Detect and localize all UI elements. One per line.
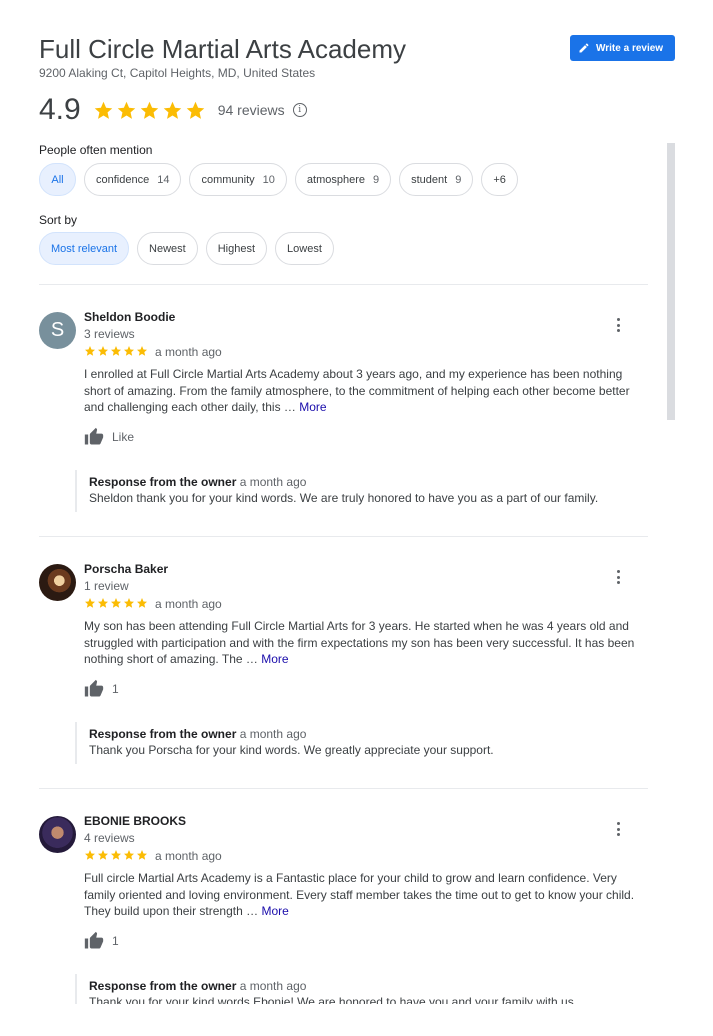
info-icon[interactable]: i	[292, 103, 307, 117]
review-date: a month ago	[155, 597, 222, 611]
divider	[39, 284, 648, 285]
review-date: a month ago	[155, 345, 222, 359]
star-icon	[140, 101, 158, 119]
pencil-icon	[579, 43, 589, 53]
owner-response-text: Sheldon thank you for your kind words. W…	[89, 491, 599, 505]
thumbs-up-icon	[84, 427, 104, 445]
rating-stars	[93, 100, 206, 121]
reviewer-review-count: 4 reviews	[84, 831, 135, 845]
thumbs-up-icon	[84, 679, 104, 697]
star-icon	[137, 346, 147, 356]
review-text: My son has been attending Full Circle Ma…	[84, 619, 635, 666]
chip-student[interactable]: student 9	[399, 163, 474, 196]
rating-value: 4.9	[39, 93, 81, 126]
owner-response-title: Response from the owner	[89, 475, 237, 489]
owner-response-date: a month ago	[239, 979, 307, 993]
star-icon	[186, 101, 204, 119]
reviewer-name[interactable]: Sheldon Boodie	[84, 310, 175, 324]
review-stars	[84, 345, 148, 357]
sort-most-relevant[interactable]: Most relevant	[39, 232, 130, 265]
like-count: 1	[112, 682, 119, 696]
owner-response: Response from the owner a month ago Shel…	[75, 470, 645, 512]
like-count: Like	[112, 430, 135, 444]
star-icon	[94, 101, 112, 119]
star-icon	[85, 598, 95, 608]
star-icon	[137, 598, 147, 608]
owner-response: Response from the owner a month ago Than…	[75, 974, 645, 1004]
scrollbar[interactable]	[667, 143, 675, 420]
chip-all[interactable]: All	[39, 163, 76, 196]
more-link[interactable]: More	[261, 904, 288, 918]
review-stars	[84, 849, 148, 861]
divider	[39, 536, 648, 537]
owner-response: Response from the owner a month ago Than…	[75, 722, 645, 764]
more-options-icon[interactable]	[611, 568, 625, 586]
star-icon	[85, 346, 95, 356]
owner-response-date: a month ago	[239, 475, 307, 489]
chip-more-topics[interactable]: +6	[481, 163, 518, 196]
sort-highest[interactable]: Highest	[205, 232, 268, 265]
review-text: I enrolled at Full Circle Martial Arts A…	[84, 367, 630, 414]
owner-response-title: Response from the owner	[89, 979, 237, 993]
reviewer-name[interactable]: Porscha Baker	[84, 562, 168, 576]
sort-newest[interactable]: Newest	[137, 232, 198, 265]
review-date: a month ago	[155, 849, 222, 863]
chip-community[interactable]: community 10	[189, 163, 287, 196]
star-icon	[117, 101, 135, 119]
review-card: EBONIE BROOKS 4 reviews a month ago Full…	[39, 806, 651, 1004]
star-icon	[163, 101, 181, 119]
write-review-button[interactable]: Write a review	[570, 35, 675, 61]
avatar[interactable]	[39, 816, 76, 853]
avatar[interactable]: S	[39, 312, 76, 349]
like-button[interactable]: 1	[84, 931, 119, 951]
place-address: 9200 Alaking Ct, Capitol Heights, MD, Un…	[39, 66, 316, 80]
mentions-label: People often mention	[39, 143, 153, 157]
review-card: S Sheldon Boodie 3 reviews a month ago I…	[39, 302, 651, 522]
star-icon	[124, 346, 134, 356]
chip-confidence[interactable]: confidence 14	[84, 163, 182, 196]
chip-atmosphere[interactable]: atmosphere 9	[294, 163, 392, 196]
review-card: Porscha Baker 1 review a month ago My so…	[39, 554, 651, 774]
avatar[interactable]	[39, 564, 76, 601]
more-link[interactable]: More	[299, 400, 326, 414]
reviewer-review-count: 3 reviews	[84, 327, 135, 341]
owner-response-text: Thank you Porscha for your kind words. W…	[89, 743, 494, 757]
owner-response-title: Response from the owner	[89, 727, 237, 741]
star-icon	[111, 850, 121, 860]
review-count: 94 reviews	[217, 102, 285, 118]
more-options-icon[interactable]	[611, 820, 625, 838]
place-title: Full Circle Martial Arts Academy	[39, 34, 406, 64]
reviewer-name[interactable]: EBONIE BROOKS	[84, 814, 186, 828]
star-icon	[111, 598, 121, 608]
mention-chips: All confidence 14 community 10 atmosphere 9…	[39, 163, 518, 196]
owner-response-date: a month ago	[239, 727, 307, 741]
star-icon	[98, 850, 108, 860]
thumbs-up-icon	[84, 931, 104, 949]
star-icon	[98, 598, 108, 608]
sort-options: Most relevant Newest Highest Lowest	[39, 232, 334, 265]
review-text: Full circle Martial Arts Academy is a Fa…	[84, 871, 635, 918]
star-icon	[124, 598, 134, 608]
more-link[interactable]: More	[261, 652, 288, 666]
sort-lowest[interactable]: Lowest	[275, 232, 334, 265]
like-button[interactable]: Like	[84, 427, 134, 447]
owner-response-text: Thank you for your kind words Ebonie! We…	[89, 995, 578, 1004]
star-icon	[111, 346, 121, 356]
divider	[39, 788, 648, 789]
review-stars	[84, 597, 148, 609]
more-options-icon[interactable]	[611, 316, 625, 334]
star-icon	[98, 346, 108, 356]
star-icon	[137, 850, 147, 860]
write-review-label: Write a review	[596, 42, 664, 54]
like-count: 1	[112, 934, 119, 948]
star-icon	[124, 850, 134, 860]
sort-label: Sort by	[39, 213, 78, 227]
like-button[interactable]: 1	[84, 679, 119, 699]
rating-summary: 4.9 94 reviews i	[39, 92, 307, 128]
reviewer-review-count: 1 review	[84, 579, 129, 593]
star-icon	[85, 850, 95, 860]
